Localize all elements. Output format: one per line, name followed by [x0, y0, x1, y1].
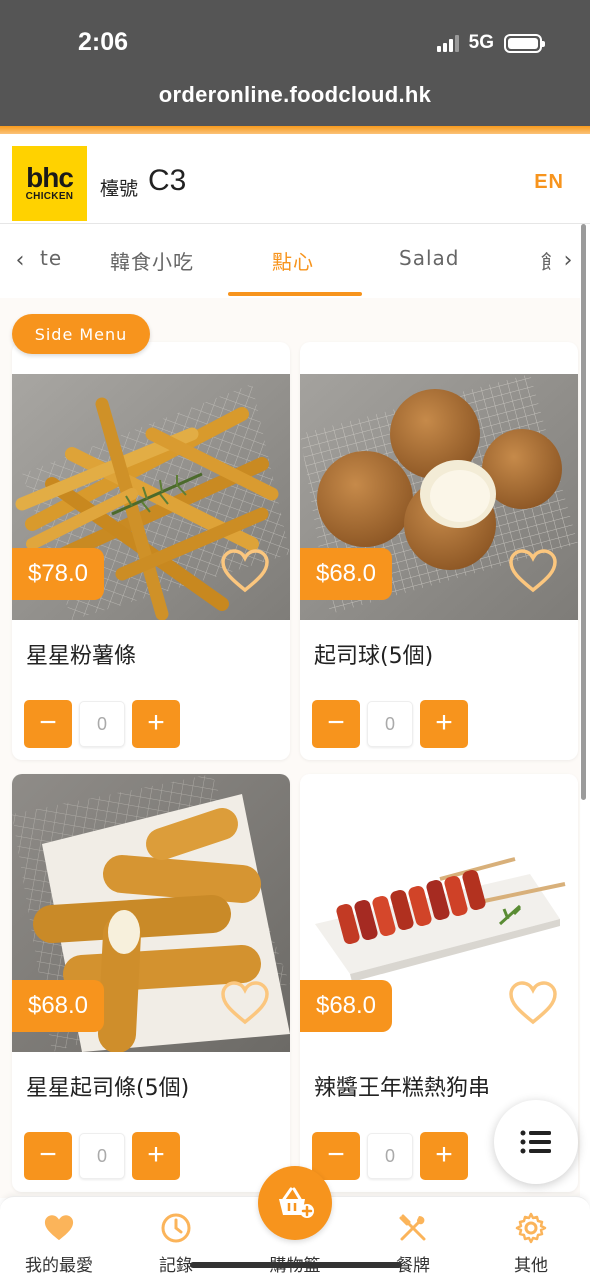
quantity-value[interactable]: 0 — [79, 701, 125, 747]
home-indicator — [190, 1262, 402, 1268]
basket-icon — [279, 1187, 314, 1218]
status-time: 2:06 — [78, 28, 129, 56]
section-label: Side Menu — [12, 314, 150, 354]
product-card[interactable]: $68.0 起司球(5個) − 0 + — [300, 342, 578, 760]
decrease-button[interactable]: − — [312, 1132, 360, 1180]
tab-next[interactable]: 飠 — [541, 246, 551, 275]
table-label: 檯號 — [100, 178, 139, 200]
nav-favorites[interactable]: 我的最愛 — [4, 1211, 114, 1276]
chevron-left-icon[interactable]: ‹ — [10, 248, 30, 274]
heart-outline-icon[interactable] — [220, 548, 270, 594]
increase-button[interactable]: + — [132, 700, 180, 748]
cart-button[interactable] — [258, 1166, 332, 1240]
active-tab-indicator — [228, 292, 362, 296]
decrease-button[interactable]: − — [24, 1132, 72, 1180]
decrease-button[interactable]: − — [312, 700, 360, 748]
dish-name: 起司球(5個) — [314, 644, 434, 669]
dish-name: 星星起司條(5個) — [26, 1076, 190, 1101]
increase-button[interactable]: + — [420, 1132, 468, 1180]
quantity-stepper: − 0 + — [312, 700, 468, 748]
network-label: 5G — [468, 32, 494, 53]
clock-icon — [161, 1213, 191, 1243]
decrease-button[interactable]: − — [24, 700, 72, 748]
tab-salad[interactable]: Salad — [399, 246, 459, 270]
language-toggle-button[interactable]: EN — [534, 171, 564, 194]
product-card[interactable]: $78.0 星星粉薯條 − 0 + — [12, 342, 290, 760]
quantity-value[interactable]: 0 — [367, 1133, 413, 1179]
logo-wordmark: bhc — [26, 162, 74, 193]
signal-icon — [436, 34, 459, 52]
heart-outline-icon[interactable] — [508, 548, 558, 594]
quantity-stepper: − 0 + — [24, 1132, 180, 1180]
price-badge: $68.0 — [12, 980, 104, 1032]
tab-dim-sum[interactable]: 點心 — [272, 246, 314, 275]
nav-label: 我的最愛 — [25, 1256, 93, 1276]
quantity-value[interactable]: 0 — [79, 1133, 125, 1179]
brand-logo: bhc CHICKEN — [12, 146, 87, 221]
quantity-value[interactable]: 0 — [367, 701, 413, 747]
category-tabs: ‹ te 韓食小吃 點心 Salad 飠 › — [0, 224, 590, 298]
battery-icon — [504, 33, 545, 53]
category-list-button[interactable] — [494, 1100, 578, 1184]
dish-name: 星星粉薯條 — [26, 644, 137, 669]
price-badge: $78.0 — [12, 548, 104, 600]
nav-label: 其他 — [514, 1256, 548, 1276]
browser-chrome: 2:06 5G orderonline.foodcloud.hk — [0, 0, 590, 126]
list-icon — [520, 1130, 551, 1154]
quantity-stepper: − 0 + — [312, 1132, 468, 1180]
logo-subtitle: CHICKEN — [25, 191, 74, 202]
table-number: C3 — [148, 164, 187, 197]
tab-previous[interactable]: te — [40, 246, 62, 270]
increase-button[interactable]: + — [132, 1132, 180, 1180]
utensils-icon — [399, 1214, 426, 1241]
heart-icon — [44, 1215, 74, 1241]
url-bar[interactable]: orderonline.foodcloud.hk — [0, 82, 590, 108]
tab-korean-snacks[interactable]: 韓食小吃 — [110, 246, 194, 275]
product-card[interactable]: $68.0 星星起司條(5個) − 0 + — [12, 774, 290, 1192]
heart-outline-icon[interactable] — [508, 980, 558, 1026]
nav-other[interactable]: 其他 — [476, 1211, 586, 1276]
increase-button[interactable]: + — [420, 700, 468, 748]
price-badge: $68.0 — [300, 980, 392, 1032]
gear-icon — [515, 1212, 547, 1244]
quantity-stepper: − 0 + — [24, 700, 180, 748]
price-badge: $68.0 — [300, 548, 392, 600]
dish-name: 辣醬王年糕熱狗串 — [314, 1076, 491, 1101]
heart-outline-icon[interactable] — [220, 980, 270, 1026]
status-indicators: 5G — [436, 32, 545, 54]
scrollbar[interactable] — [581, 224, 586, 800]
accent-strip — [0, 126, 590, 134]
product-grid: Side Menu $78.0 星星粉薯條 − 0 + $68.0 起司球(5個… — [0, 298, 580, 1198]
page-header: bhc CHICKEN 檯號 C3 EN — [0, 134, 590, 224]
chevron-right-icon[interactable]: › — [558, 248, 578, 274]
